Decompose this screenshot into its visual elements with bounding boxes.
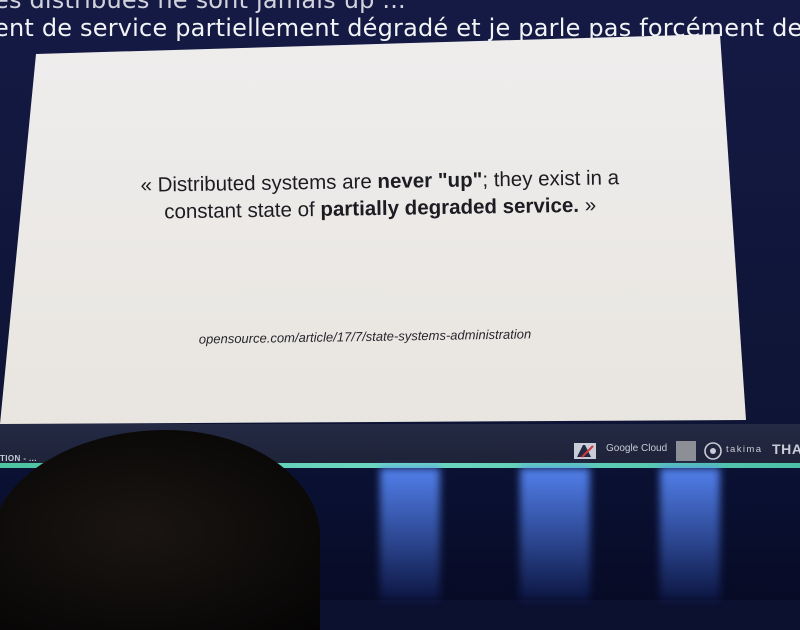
google-cloud-logo: Google Cloud: [606, 443, 668, 454]
quote-emphasis-1: never "up": [377, 168, 483, 194]
audience-head-silhouette: [0, 430, 320, 630]
tha-logo: THA: [772, 441, 800, 457]
slide-quote: « Distributed systems are never "up"; th…: [100, 164, 661, 227]
light-beam: [380, 468, 440, 600]
light-beam: [660, 468, 720, 600]
event-label: TION - ...: [0, 454, 37, 463]
quote-text-3: »: [578, 193, 597, 217]
takima-logo-icon: [704, 442, 722, 460]
light-beam: [520, 468, 590, 600]
takima-logo: takima: [726, 444, 763, 455]
orange-logo-icon: [676, 441, 696, 461]
quote-emphasis-2: partially degraded service.: [320, 193, 580, 221]
axa-logo-icon: [574, 443, 596, 459]
subtitle-line-1: es distribués ne sont jamais up ...: [0, 0, 406, 14]
quote-text-1: « Distributed systems are: [140, 170, 378, 197]
